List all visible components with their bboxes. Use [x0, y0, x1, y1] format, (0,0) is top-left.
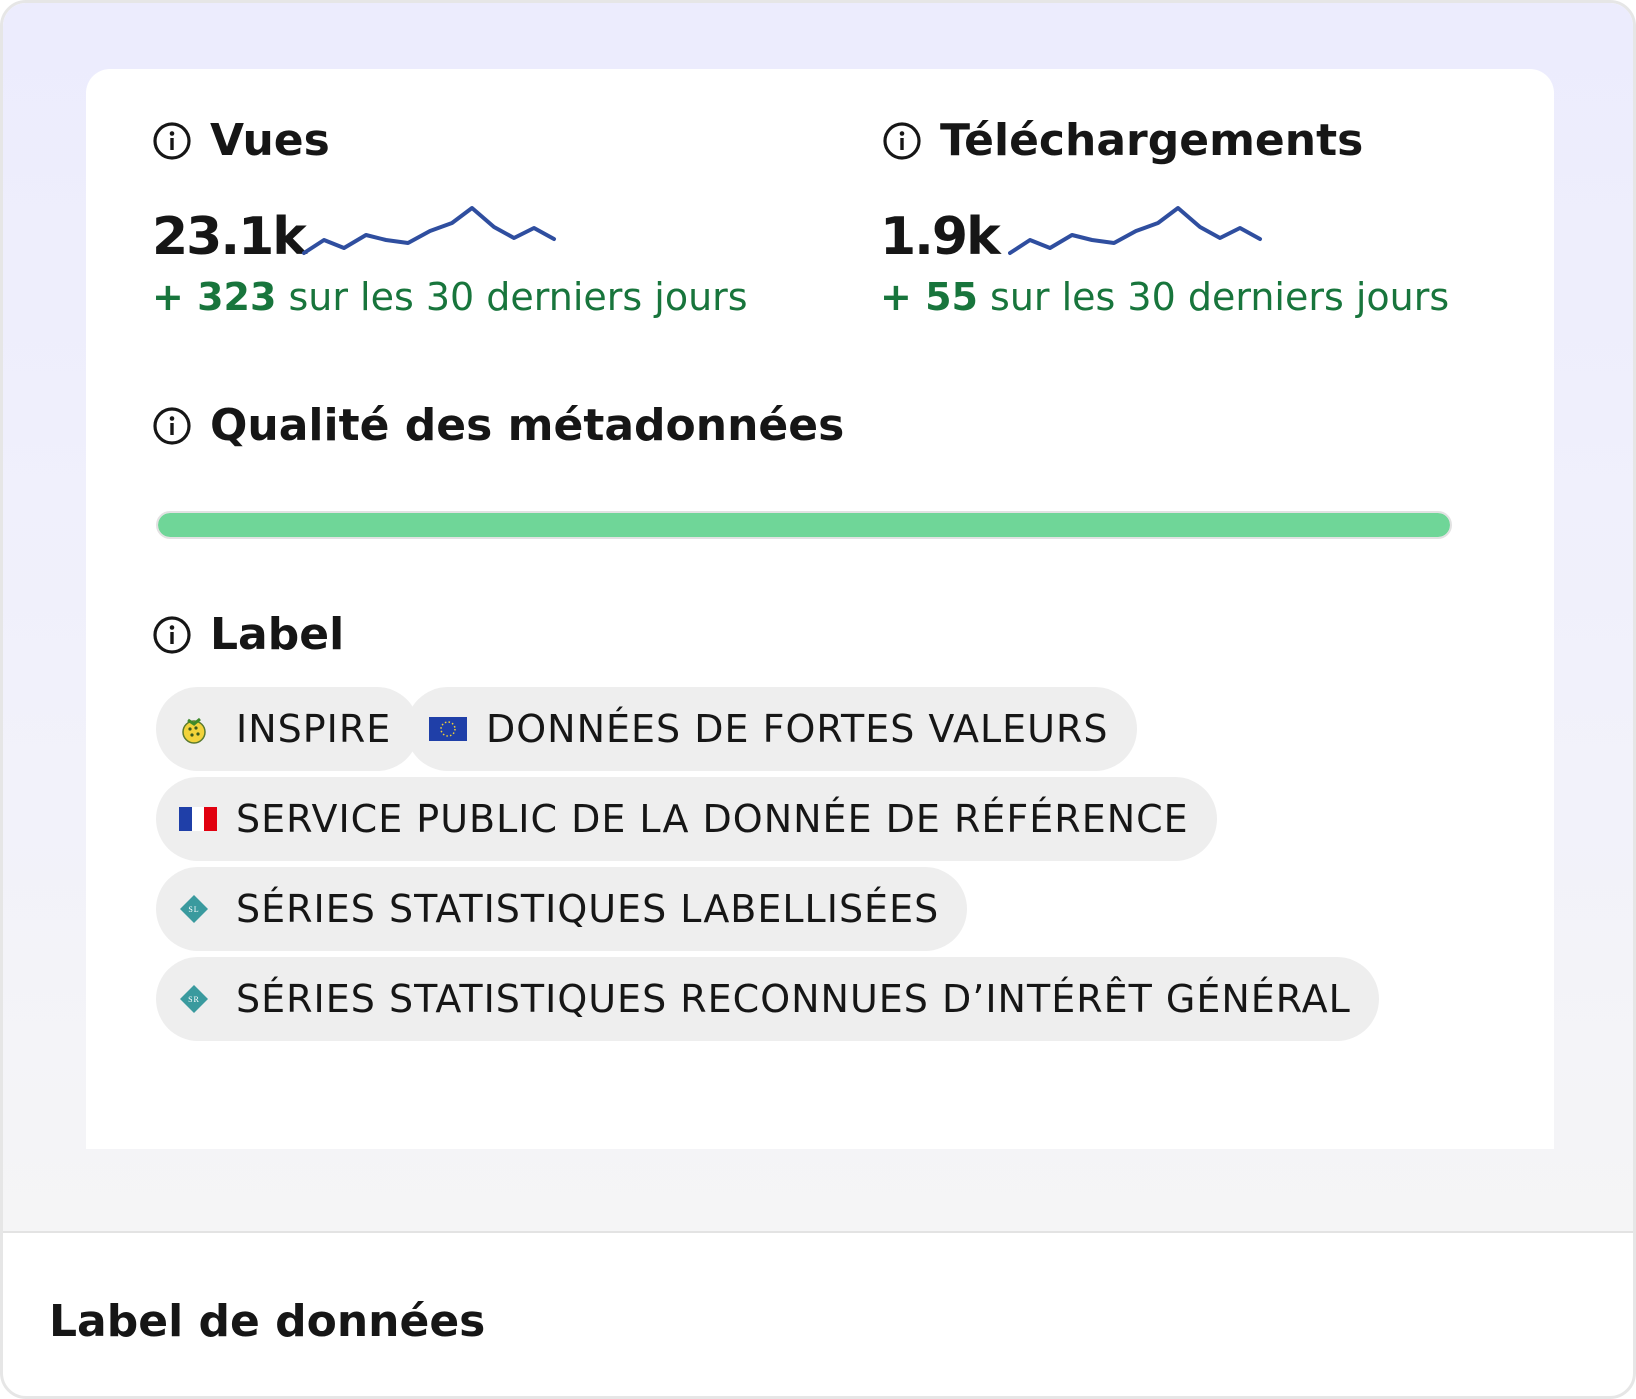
- badge-public-reference-data[interactable]: SERVICE PUBLIC DE LA DONNÉE DE RÉFÉRENCE: [156, 777, 1217, 861]
- badge-inspire[interactable]: INSPIRE: [156, 687, 420, 771]
- downloads-title: Téléchargements: [940, 115, 1364, 166]
- views-title: Vues: [210, 115, 330, 166]
- views-delta-period: sur les 30 derniers jours: [276, 275, 748, 319]
- eu-flag-icon: [428, 714, 468, 744]
- preview-area: Vues 23.1k + 323 sur les 30 derniers jou…: [3, 3, 1633, 1233]
- downloads-delta-count: + 55: [880, 275, 978, 319]
- sr-diamond-icon: SR: [178, 984, 218, 1014]
- badge-label: DONNÉES DE FORTES VALEURS: [486, 707, 1109, 751]
- labels-title: Label: [210, 609, 345, 660]
- card-frame: Vues 23.1k + 323 sur les 30 derniers jou…: [0, 0, 1636, 1399]
- french-flag-icon: [178, 804, 218, 834]
- info-icon[interactable]: [152, 121, 192, 161]
- quality-title: Qualité des métadonnées: [210, 400, 845, 451]
- badge-general-interest-statistics[interactable]: SR SÉRIES STATISTIQUES RECONNUES D’INTÉR…: [156, 957, 1379, 1041]
- footer-title: Label de données: [49, 1296, 486, 1347]
- svg-text:SL: SL: [188, 905, 199, 914]
- info-icon[interactable]: [152, 615, 192, 655]
- downloads-value: 1.9k: [880, 207, 1001, 267]
- badge-label: SERVICE PUBLIC DE LA DONNÉE DE RÉFÉRENCE: [236, 797, 1189, 841]
- badge-labelled-statistics[interactable]: SL SÉRIES STATISTIQUES LABELLISÉES: [156, 867, 968, 951]
- sl-diamond-icon: SL: [178, 894, 218, 924]
- info-icon[interactable]: [882, 121, 922, 161]
- badge-label: INSPIRE: [236, 707, 392, 751]
- badge-label: SÉRIES STATISTIQUES LABELLISÉES: [236, 887, 940, 931]
- quality-progress-bar: [156, 511, 1452, 539]
- views-delta-count: + 323: [152, 275, 277, 319]
- svg-text:SR: SR: [188, 995, 200, 1004]
- views-value: 23.1k: [152, 207, 307, 267]
- quality-progress-fill: [158, 513, 1450, 537]
- inspire-logo-icon: [178, 714, 218, 744]
- downloads-delta: + 55 sur les 30 derniers jours: [880, 275, 1449, 319]
- views-delta: + 323 sur les 30 derniers jours: [152, 275, 748, 319]
- info-icon[interactable]: [152, 406, 192, 446]
- views-sparkline: [302, 206, 556, 255]
- badge-label: SÉRIES STATISTIQUES RECONNUES D’INTÉRÊT …: [236, 977, 1351, 1021]
- badge-high-value-data[interactable]: DONNÉES DE FORTES VALEURS: [406, 687, 1137, 771]
- downloads-delta-period: sur les 30 derniers jours: [977, 275, 1450, 319]
- stats-card: Vues 23.1k + 323 sur les 30 derniers jou…: [86, 69, 1554, 1149]
- downloads-sparkline: [1008, 206, 1262, 255]
